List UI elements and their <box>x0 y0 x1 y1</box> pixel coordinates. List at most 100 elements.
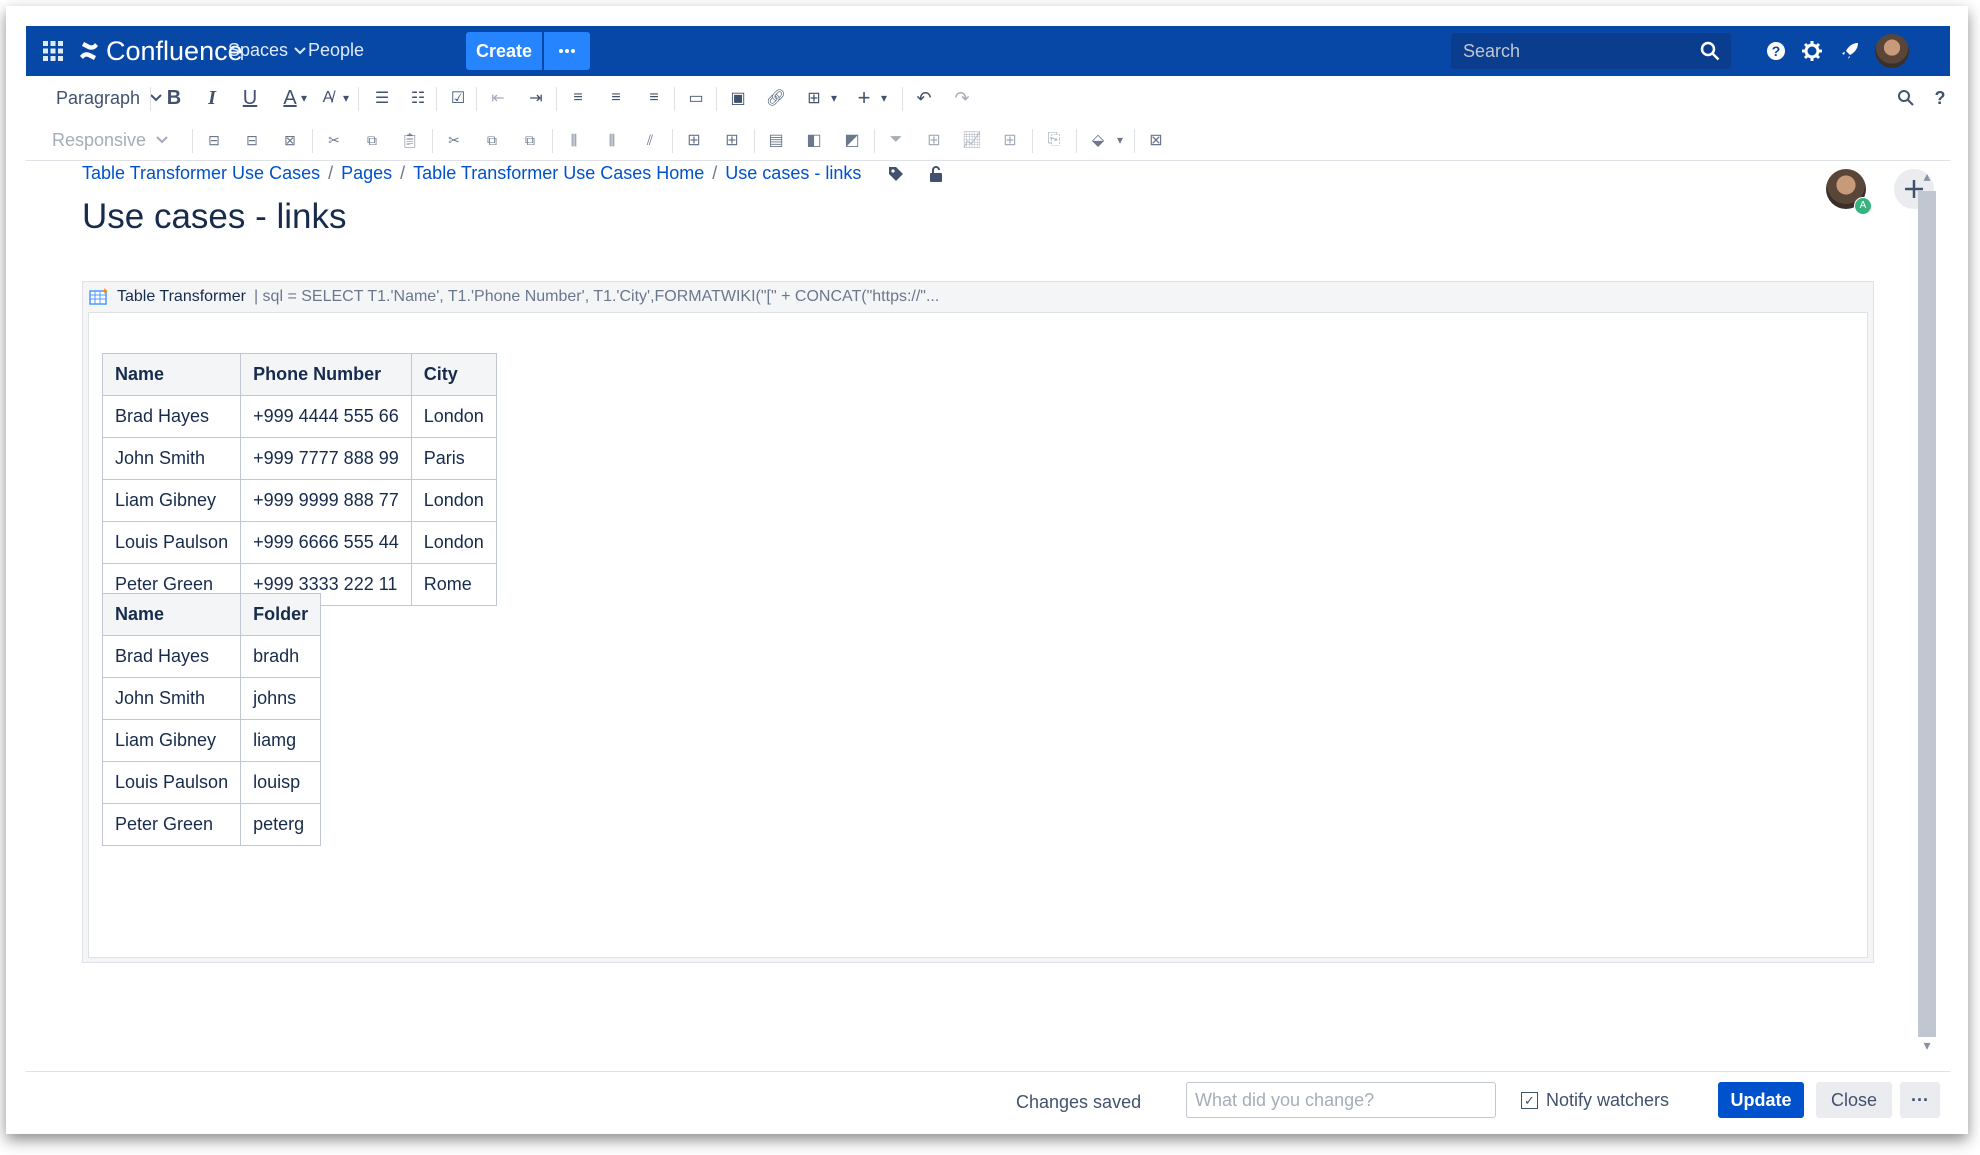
table-cell[interactable]: Louis Paulson <box>101 761 242 804</box>
insert-link-icon[interactable]: 🔗︎ <box>760 82 792 114</box>
more-actions-button[interactable]: ··· <box>1900 1082 1940 1118</box>
close-button[interactable]: Close <box>1816 1082 1892 1118</box>
spaces-menu[interactable]: Spaces <box>228 40 306 61</box>
table-cell[interactable]: Paris <box>410 437 497 480</box>
table-cell[interactable]: liamg <box>240 719 322 762</box>
breadcrumb-item[interactable]: Table Transformer Use Cases Home <box>413 163 704 184</box>
table-cell[interactable]: Liam Gibney <box>101 719 242 762</box>
editor-content[interactable]: Table Transformer Use Cases / Pages / Ta… <box>26 161 1950 1071</box>
row-delete-icon[interactable]: ⊠ <box>274 124 306 156</box>
breadcrumb-item[interactable]: Use cases - links <box>725 163 861 184</box>
paragraph-style-select[interactable]: Paragraph <box>56 82 162 114</box>
people-link[interactable]: People <box>308 40 364 61</box>
macro-header[interactable]: Table Transformer | sql = SELECT T1.'Nam… <box>89 282 939 312</box>
copy-icon[interactable]: ⧉ <box>476 124 508 156</box>
table-cell[interactable]: louisp <box>240 761 322 804</box>
checkbox-checked-icon[interactable]: ✓ <box>1521 1092 1538 1109</box>
chevron-down-icon[interactable]: ▾ <box>818 82 850 114</box>
row-insert-after-icon[interactable]: ⊟ <box>236 124 268 156</box>
table-cell[interactable]: John Smith <box>101 677 242 720</box>
table-filter-icon[interactable]: ⏷ <box>880 124 912 156</box>
row-copy-icon[interactable]: ⧉ <box>356 124 388 156</box>
table-cell[interactable]: bradh <box>240 635 322 678</box>
update-button[interactable]: Update <box>1718 1082 1804 1118</box>
user-avatar[interactable] <box>1875 34 1909 68</box>
table-cell[interactable]: London <box>410 395 497 438</box>
table-cell[interactable]: +999 9999 888 77 <box>240 479 412 522</box>
help-question-icon[interactable]: ? <box>1924 82 1956 114</box>
table-transformer-macro[interactable]: Table Transformer | sql = SELECT T1.'Nam… <box>82 281 1874 963</box>
table-cell[interactable]: London <box>410 521 497 564</box>
table-cell[interactable]: Liam Gibney <box>101 479 242 522</box>
create-more-button[interactable] <box>544 32 590 70</box>
table-cell[interactable]: +999 4444 555 66 <box>240 395 412 438</box>
table-excerpt-icon[interactable]: ⊞ <box>994 124 1026 156</box>
bullet-list-icon[interactable]: ☰ <box>366 82 398 114</box>
underline-icon[interactable]: U <box>234 82 266 114</box>
chevron-down-icon[interactable]: ▾ <box>1104 124 1136 156</box>
notify-watchers-checkbox[interactable]: ✓ Notify watchers <box>1521 1090 1669 1111</box>
align-center-icon[interactable]: ≡ <box>600 82 632 114</box>
merge-cells-icon[interactable]: ⊞ <box>678 124 710 156</box>
undo-icon[interactable]: ↶ <box>908 82 940 114</box>
table-cell[interactable]: +999 6666 555 44 <box>240 521 412 564</box>
create-button[interactable]: Create <box>466 32 542 70</box>
table-cell[interactable]: Peter Green <box>101 803 242 846</box>
split-cell-icon[interactable]: ⊞ <box>716 124 748 156</box>
column-insert-before-icon[interactable]: ⫼ <box>558 124 590 156</box>
redo-icon[interactable]: ↷ <box>946 82 978 114</box>
confluence-logo[interactable]: Confluence <box>78 34 243 68</box>
column-header[interactable]: Folder <box>240 593 322 636</box>
align-right-icon[interactable]: ≡ <box>638 82 670 114</box>
table-transformer-icon[interactable]: ⊞ <box>918 124 950 156</box>
row-cut-icon[interactable]: ✂ <box>318 124 350 156</box>
page-title[interactable]: Use cases - links <box>82 197 347 237</box>
insert-image-icon[interactable]: ▣ <box>722 82 754 114</box>
table-cell[interactable]: John Smith <box>101 437 242 480</box>
italic-icon[interactable]: I <box>196 82 228 114</box>
find-replace-icon[interactable] <box>1890 82 1922 114</box>
column-header[interactable]: Name <box>101 593 242 636</box>
task-list-icon[interactable]: ☑ <box>442 82 474 114</box>
delete-table-icon[interactable]: ⊠ <box>1140 124 1172 156</box>
cut-icon[interactable]: ✂ <box>438 124 470 156</box>
heading-row-icon[interactable]: ▤ <box>760 124 792 156</box>
table-cell[interactable]: Rome <box>410 563 497 606</box>
restrictions-unlock-icon[interactable] <box>927 165 945 183</box>
numbered-list-icon[interactable]: ☷ <box>402 82 434 114</box>
scroll-down-arrow[interactable]: ▾ <box>1918 1037 1936 1057</box>
heading-column-icon[interactable]: ◧ <box>798 124 830 156</box>
chart-from-table-icon[interactable]: 📈︎ <box>956 124 988 156</box>
indent-icon[interactable]: ⇥ <box>520 82 552 114</box>
responsive-select[interactable]: Responsive <box>52 124 168 156</box>
table-cell[interactable]: johns <box>240 677 322 720</box>
table-cell[interactable]: peterg <box>240 803 322 846</box>
table-cell[interactable]: +999 7777 888 99 <box>240 437 412 480</box>
search-icon[interactable] <box>1699 40 1721 62</box>
row-insert-before-icon[interactable]: ⊟ <box>198 124 230 156</box>
table-cell[interactable]: Louis Paulson <box>101 521 242 564</box>
table-cell[interactable]: London <box>410 479 497 522</box>
notifications-rocket-icon[interactable] <box>1837 38 1863 64</box>
label-tag-icon[interactable] <box>887 165 905 183</box>
help-icon[interactable]: ? <box>1763 38 1789 64</box>
highlight-cell-icon[interactable]: ◩ <box>836 124 868 156</box>
row-paste-icon[interactable]: 📋︎ <box>394 124 426 156</box>
column-insert-after-icon[interactable]: ⫼ <box>596 124 628 156</box>
table-cell[interactable]: Brad Hayes <box>101 635 242 678</box>
column-header[interactable]: City <box>410 353 497 396</box>
page-layout-icon[interactable]: ▭ <box>680 82 712 114</box>
bold-icon[interactable]: B <box>158 82 190 114</box>
breadcrumb-item[interactable]: Pages <box>341 163 392 184</box>
align-left-icon[interactable]: ≡ <box>562 82 594 114</box>
app-switcher-icon[interactable] <box>40 38 66 64</box>
settings-gear-icon[interactable] <box>1799 38 1825 64</box>
column-header[interactable]: Phone Number <box>240 353 412 396</box>
breadcrumb-item[interactable]: Table Transformer Use Cases <box>82 163 320 184</box>
table-cell[interactable]: Brad Hayes <box>101 395 242 438</box>
spreadsheet-icon[interactable]: ⎘ <box>1038 124 1070 156</box>
scrollbar-thumb[interactable] <box>1918 191 1936 1037</box>
change-comment-input[interactable] <box>1186 1082 1496 1118</box>
scroll-up-arrow[interactable]: ▴ <box>1918 161 1936 191</box>
paste-icon[interactable]: ⧉ <box>514 124 546 156</box>
